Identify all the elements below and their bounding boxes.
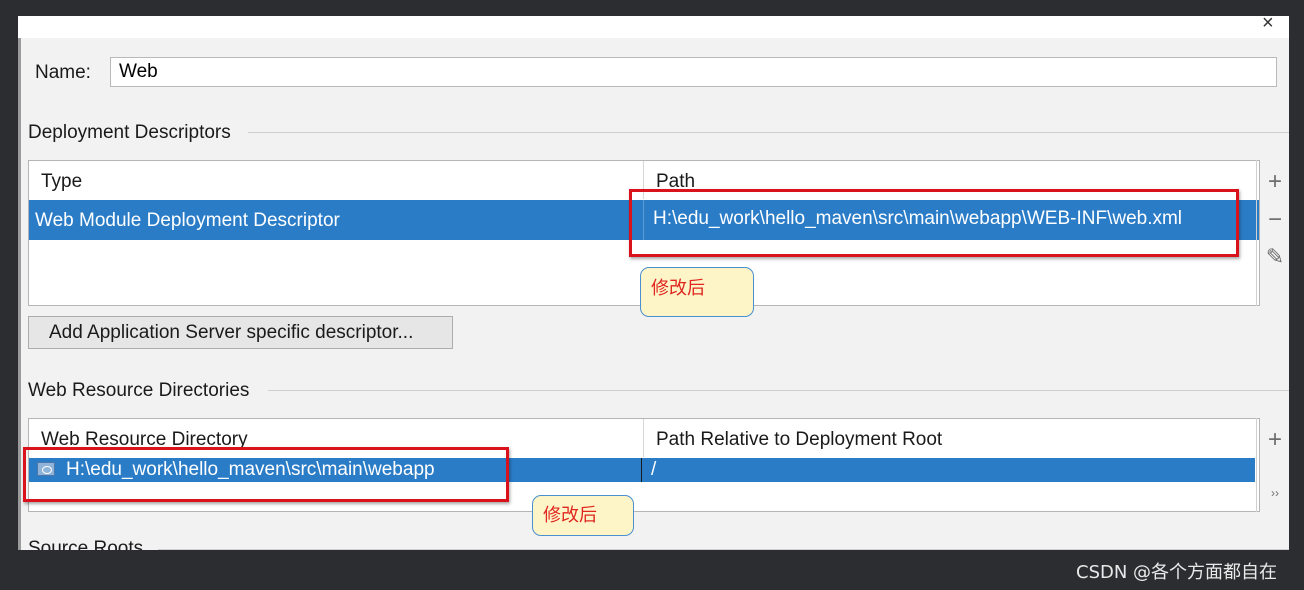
- annotation-callout: 修改后: [640, 267, 754, 317]
- cell-divider: [641, 458, 642, 482]
- double-chevron-right-icon[interactable]: ››: [1261, 486, 1289, 500]
- column-header-relative-path[interactable]: Path Relative to Deployment Root: [656, 429, 942, 451]
- add-app-server-descriptor-button[interactable]: Add Application Server specific descript…: [28, 316, 453, 349]
- name-field[interactable]: [110, 57, 1277, 87]
- section-separator: [158, 549, 1289, 550]
- close-icon[interactable]: ×: [1262, 16, 1274, 35]
- watermark: CSDN @各个方面都自在: [1076, 562, 1278, 583]
- column-header-type[interactable]: Type: [41, 171, 82, 193]
- column-divider: [643, 419, 644, 457]
- descriptor-type-cell: Web Module Deployment Descriptor: [35, 210, 340, 231]
- title-strip: [18, 16, 1289, 38]
- toolbar-divider: [1256, 418, 1257, 512]
- annotation-box-directory: [23, 447, 509, 502]
- annotation-box-path: [629, 189, 1239, 257]
- deployment-descriptors-title: Deployment Descriptors: [28, 122, 243, 144]
- plus-icon[interactable]: +: [1261, 168, 1289, 196]
- relative-path-cell: /: [651, 459, 657, 480]
- source-roots-title: Source Roots: [28, 538, 156, 550]
- facet-settings-panel: × Name: Deployment Descriptors Type Path…: [18, 16, 1289, 550]
- panel-left-border: [18, 38, 21, 550]
- annotation-callout: 修改后: [532, 495, 634, 536]
- name-label: Name:: [35, 62, 91, 83]
- section-separator: [268, 390, 1289, 391]
- web-resource-directories-title: Web Resource Directories: [28, 380, 262, 402]
- toolbar-divider: [1256, 160, 1257, 306]
- plus-icon[interactable]: +: [1261, 426, 1289, 454]
- pencil-icon[interactable]: ✎: [1261, 244, 1289, 270]
- minus-icon[interactable]: −: [1261, 206, 1289, 234]
- section-separator: [248, 132, 1289, 133]
